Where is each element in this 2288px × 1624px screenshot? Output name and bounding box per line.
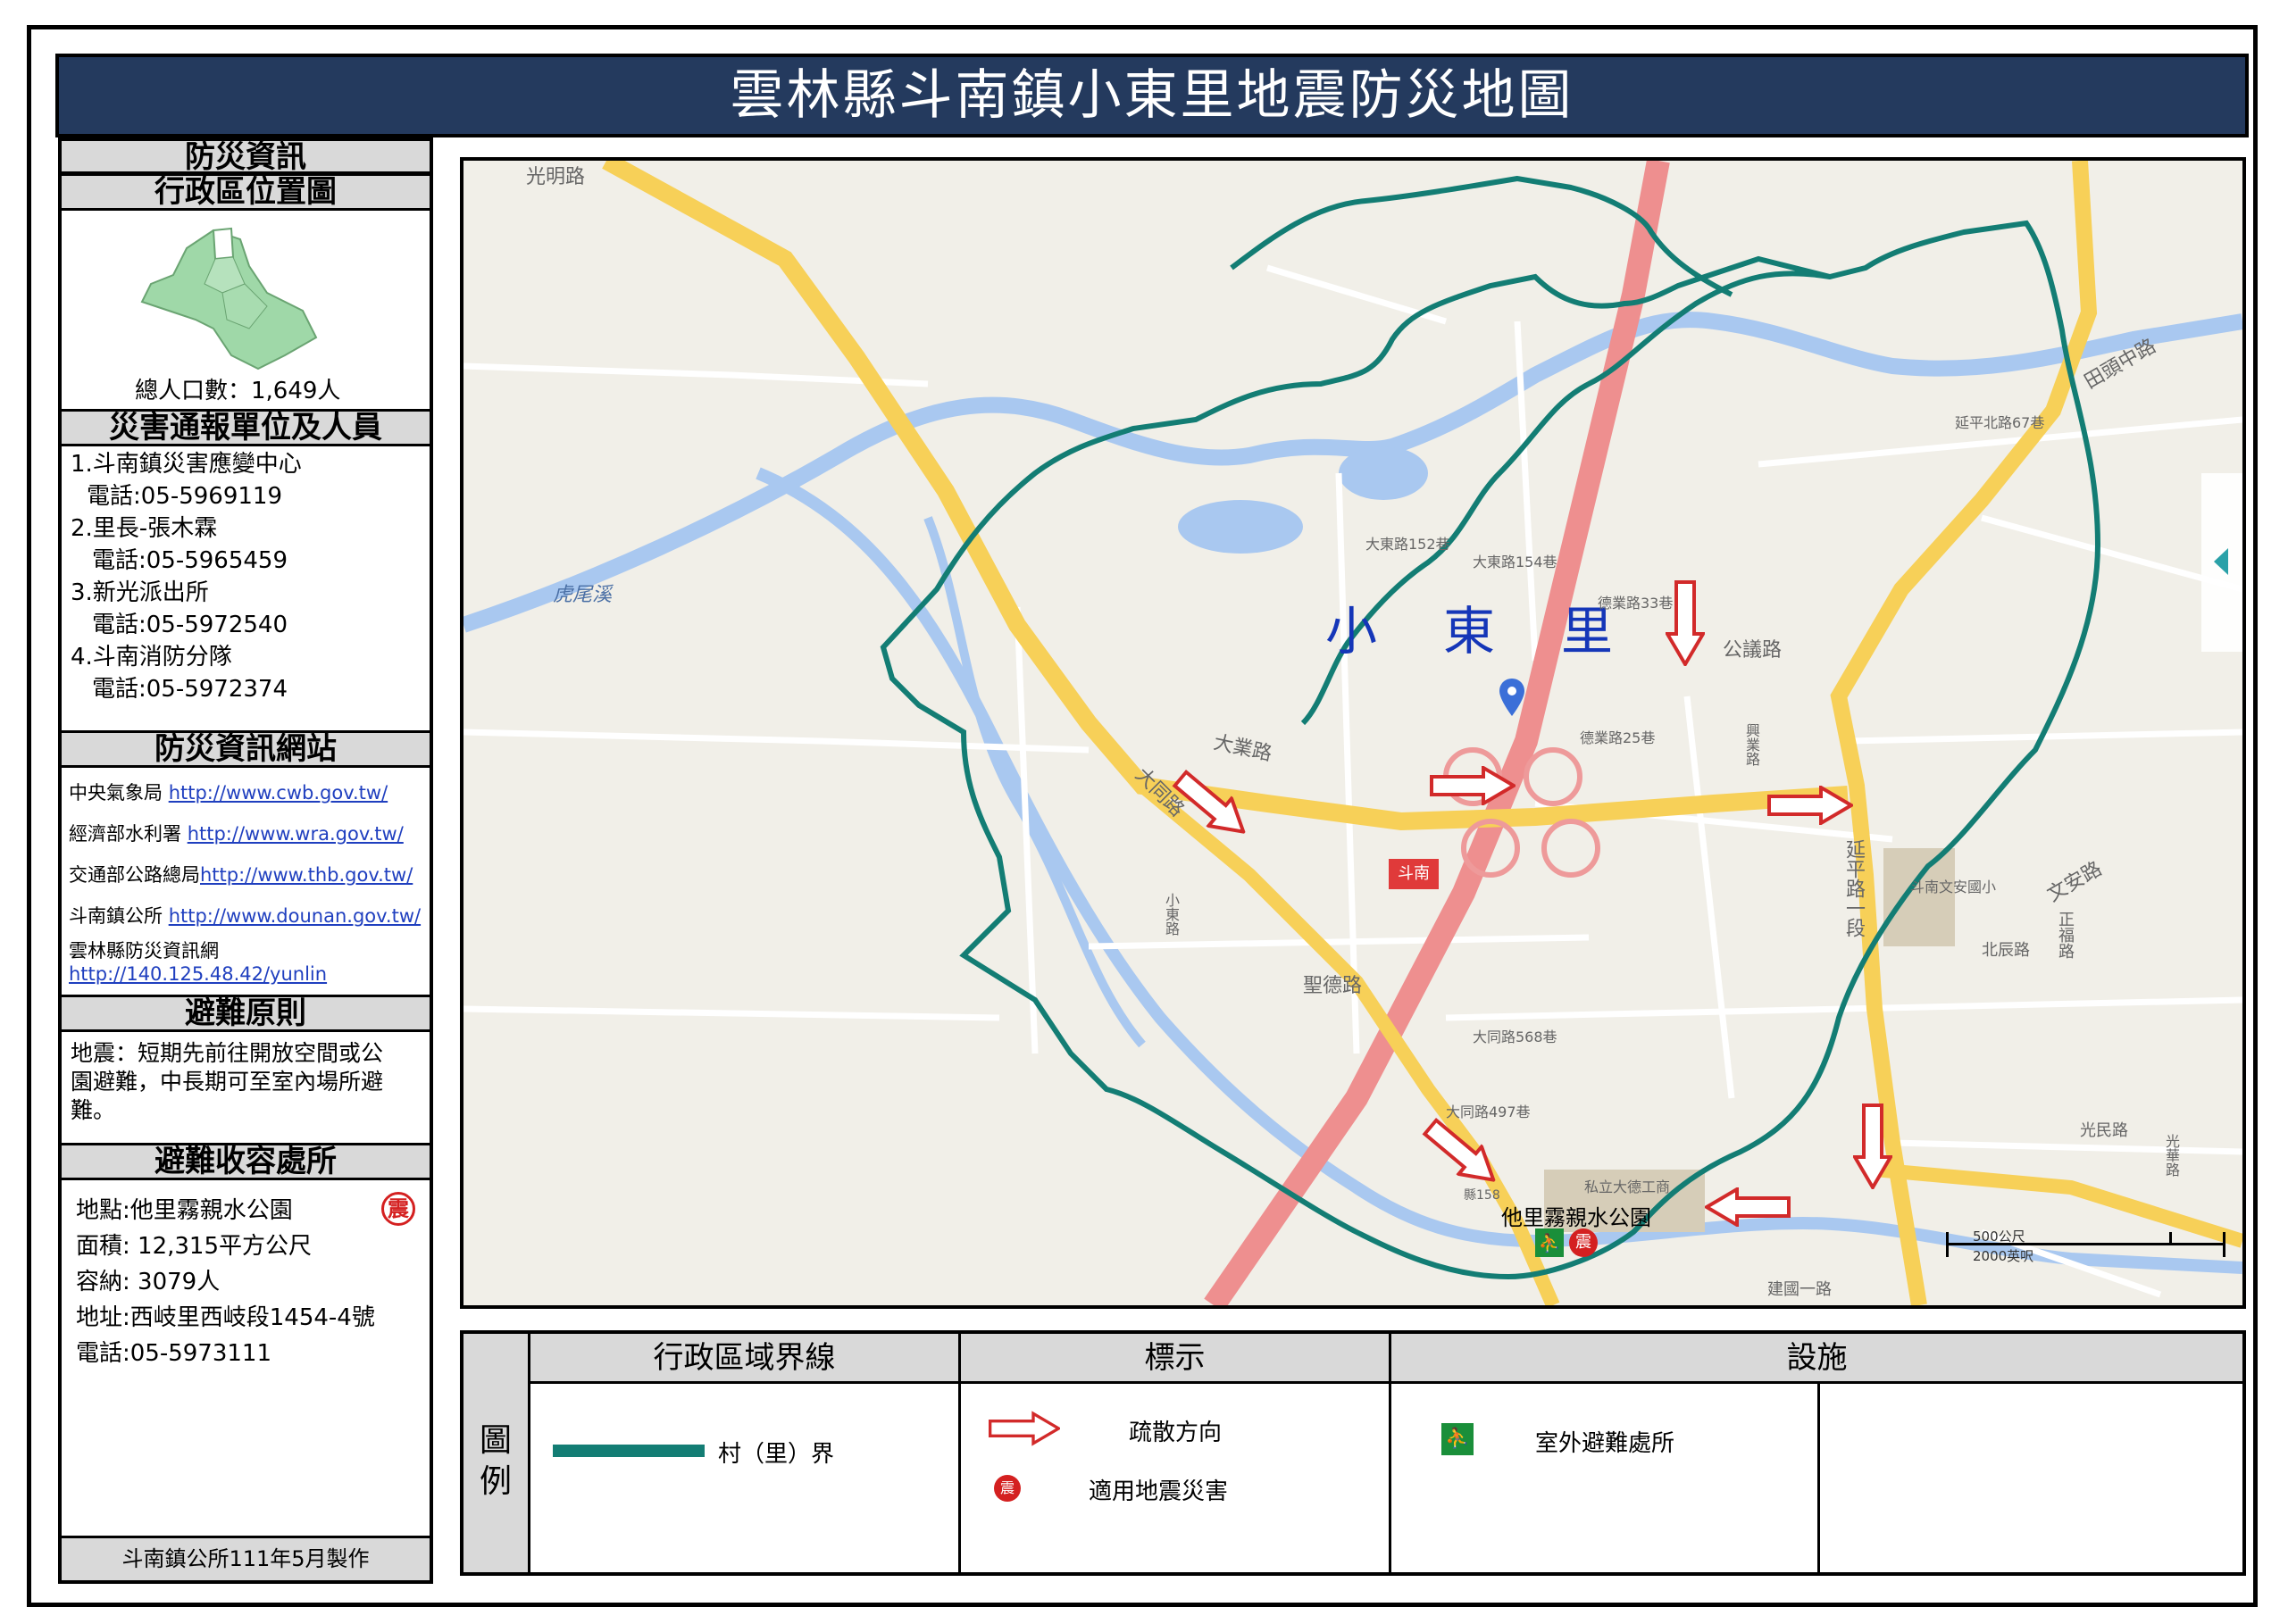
legend-side-char: 圖 xyxy=(480,1422,513,1459)
evacuation-arrow-swatch xyxy=(989,1411,1060,1446)
website-row: 交通部公路總局http://www.thb.gov.tw/ xyxy=(69,864,413,886)
principle-header: 避難原則 xyxy=(62,995,430,1032)
evacuation-arrow xyxy=(1767,786,1853,825)
park-label: 他里霧親水公園 xyxy=(1501,1205,1651,1230)
contact-name: 4.斗南消防分隊 xyxy=(71,644,232,670)
shelter-header: 避難收容處所 xyxy=(62,1143,430,1180)
road-label: 延平北路67巷 xyxy=(1955,414,2045,431)
station-marker: 斗南 xyxy=(1389,859,1439,889)
legend-divider xyxy=(1817,1384,1820,1572)
pond xyxy=(1339,446,1428,500)
boundary-legend-label: 村（里）界 xyxy=(718,1441,835,1468)
website-link[interactable]: http://www.cwb.gov.tw/ xyxy=(169,782,388,804)
river-label: 虎尾溪 xyxy=(553,584,613,606)
info-header: 防災資訊 xyxy=(62,138,430,174)
road-label: 大東路154巷 xyxy=(1473,554,1557,570)
population-text: 總人口數：1,649人 xyxy=(135,378,341,404)
school-block xyxy=(1883,848,1955,946)
quake-badge: 震 xyxy=(381,1192,415,1226)
map-canvas xyxy=(463,161,2242,1305)
website-link[interactable]: http://www.thb.gov.tw/ xyxy=(200,864,413,886)
map-title: 雲林縣斗南鎮小東里地震防災地圖 xyxy=(55,54,2249,137)
road-label: 大同路568巷 xyxy=(1473,1029,1557,1045)
website-link[interactable]: http://www.dounan.gov.tw/ xyxy=(169,905,421,927)
township-locator-map xyxy=(140,227,318,371)
disaster-map[interactable]: 斗南 小 東 里 他里霧親水公園 虎尾溪 私立大德工商 斗南文安國小 大業路 大… xyxy=(460,157,2246,1309)
legend-col-header: 標示 xyxy=(961,1334,1389,1384)
pond xyxy=(1178,500,1303,554)
quake-legend-label: 適用地震災害 xyxy=(1089,1478,1229,1505)
website-link[interactable]: http://140.125.48.42/yunlin xyxy=(69,962,327,986)
quake-legend-icon: 震 xyxy=(994,1475,1021,1502)
road-label: 縣158 xyxy=(1464,1188,1500,1203)
contact-phone: 電話:05-5965459 xyxy=(92,547,288,574)
legend-side-char: 例 xyxy=(480,1463,513,1500)
outdoor-shelter-legend-icon: ⛹ xyxy=(1441,1423,1474,1455)
road-label: 小東路 xyxy=(1163,893,1180,936)
road-label: 建國一路 xyxy=(1767,1280,1832,1299)
school-label: 私立大德工商 xyxy=(1584,1178,1671,1195)
websites-header: 防災資訊網站 xyxy=(62,730,430,768)
scale-bar-tick xyxy=(2169,1232,2172,1245)
school-label: 斗南文安國小 xyxy=(1910,879,1997,895)
village-label: 小 東 里 xyxy=(1325,601,1621,662)
shelter-address: 地址:西岐里西岐段1454-4號 xyxy=(76,1304,375,1331)
principle-line: 園避難，中長期可至室內場所避 xyxy=(71,1069,384,1095)
scale-bar-tick xyxy=(2223,1232,2225,1257)
location-header: 行政區位置圖 xyxy=(62,173,430,211)
scale-label-imperial: 2000英呎 xyxy=(1973,1248,2034,1264)
website-row: 斗南鎮公所 http://www.dounan.gov.tw/ xyxy=(69,905,422,927)
road-label: 大東路152巷 xyxy=(1365,536,1450,553)
scale-label-metric: 500公尺 xyxy=(1973,1228,2025,1245)
contacts-header: 災害通報單位及人員 xyxy=(62,409,430,446)
shelter-capacity: 容納: 3079人 xyxy=(76,1269,221,1295)
shelter-phone: 電話:05-5973111 xyxy=(76,1340,272,1367)
website-row: 經濟部水利署 http://www.wra.gov.tw/ xyxy=(69,823,404,845)
road-label: 德業路33巷 xyxy=(1598,595,1674,612)
shelter-legend-label: 室外避難處所 xyxy=(1535,1430,1675,1457)
road-label: 光華路 xyxy=(2163,1134,2180,1177)
road-label: 興業路 xyxy=(1743,723,1760,766)
contact-phone: 電話:05-5972374 xyxy=(92,676,288,703)
principle-line: 難。 xyxy=(71,1097,116,1123)
river xyxy=(923,516,1146,1048)
evacuation-arrow xyxy=(1705,1187,1791,1227)
contact-name: 3.新光派出所 xyxy=(71,579,209,606)
website-org: 雲林縣防災資訊網 xyxy=(69,940,219,962)
outdoor-shelter-icon: ⛹ xyxy=(1535,1228,1564,1257)
chevron-left-icon[interactable] xyxy=(2212,548,2230,575)
road-label: 光明路 xyxy=(526,166,586,188)
website-row: 中央氣象局 http://www.cwb.gov.tw/ xyxy=(69,782,388,804)
boundary-swatch xyxy=(553,1445,705,1457)
legend-col-header: 設施 xyxy=(1391,1334,2242,1384)
road-label: 德業路25巷 xyxy=(1580,729,1656,746)
location-pin-icon xyxy=(1499,679,1524,716)
road-label: 正福路 xyxy=(2056,911,2075,959)
contact-name: 1.斗南鎮災害應變中心 xyxy=(71,451,302,478)
shelter-location: 地點:他里霧親水公園 xyxy=(76,1197,293,1224)
contact-phone: 電話:05-5972540 xyxy=(92,612,288,638)
road-label: 公議路 xyxy=(1723,639,1783,662)
arrow-legend-label: 疏散方向 xyxy=(1129,1420,1223,1446)
website-link[interactable]: http://www.wra.gov.tw/ xyxy=(188,823,404,845)
quake-icon: 震 xyxy=(1569,1228,1598,1257)
legend-col-header: 行政區域界線 xyxy=(530,1334,958,1384)
principle-line: 地震：短期先前往開放空間或公 xyxy=(71,1040,384,1066)
road-label: 北辰路 xyxy=(1982,941,2030,960)
scale-bar-tick xyxy=(1946,1232,1949,1257)
evacuation-arrow xyxy=(1853,1103,1892,1189)
shelter-area: 面積: 12,315平方公尺 xyxy=(76,1233,312,1260)
road-label: 光民路 xyxy=(2080,1121,2128,1140)
road-label: 延平路一段 xyxy=(1842,839,1865,937)
road-label: 大同路497巷 xyxy=(1446,1103,1531,1120)
info-panel: 防災資訊 行政區位置圖 總人口數：1,649人 災害通報單位及人員 1.斗南鎮災… xyxy=(58,137,433,1584)
road-label: 聖德路 xyxy=(1303,975,1363,997)
contact-name: 2.里長-張木霖 xyxy=(71,515,218,542)
panel-footer: 斗南鎮公所111年5月製作 xyxy=(62,1536,430,1580)
contact-phone: 電話:05-5969119 xyxy=(87,483,283,510)
evacuation-arrow xyxy=(1430,766,1516,805)
legend: 圖 例 行政區域界線 標示 設施 村（里）界 疏散方向 震 適用地震災害 ⛹ 室… xyxy=(460,1330,2246,1576)
